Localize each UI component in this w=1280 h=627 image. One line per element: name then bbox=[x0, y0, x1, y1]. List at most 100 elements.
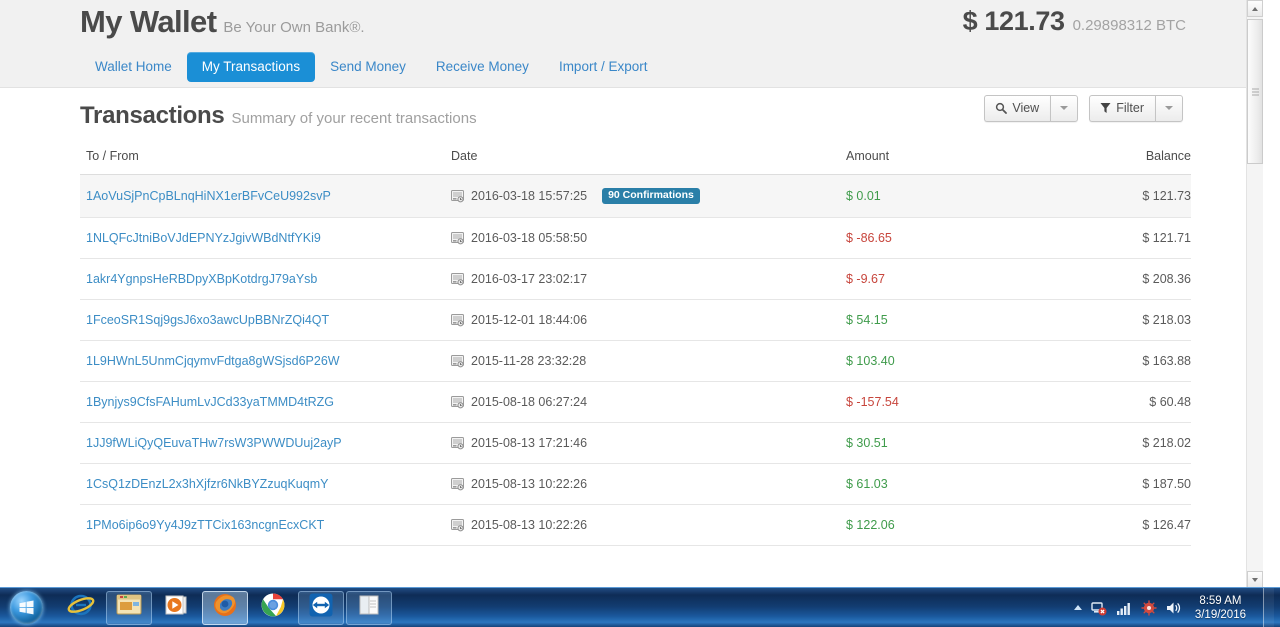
scrollbar-grip bbox=[1252, 86, 1259, 97]
transaction-date: 2015-08-13 10:22:26 bbox=[471, 518, 588, 532]
transaction-amount: $ 103.40 bbox=[846, 354, 895, 368]
cell-date: 2015-08-13 10:22:26 bbox=[451, 463, 846, 505]
transaction-address-link[interactable]: 1NLQFcJtniBoVJdEPNYzJgivWBdNtfYKi9 bbox=[86, 231, 321, 245]
scroll-down-button[interactable] bbox=[1247, 571, 1263, 588]
cell-amount: $ 30.51 bbox=[846, 422, 1091, 464]
brand-title: My Wallet bbox=[80, 4, 217, 39]
running-balance: $ 60.48 bbox=[1149, 395, 1191, 409]
view-button-group: View bbox=[984, 95, 1079, 122]
network-error-icon[interactable] bbox=[1091, 600, 1107, 616]
nav-tab-import-export[interactable]: Import / Export bbox=[544, 52, 663, 82]
volume-icon[interactable] bbox=[1166, 600, 1182, 616]
clock-time: 8:59 AM bbox=[1199, 594, 1242, 607]
page-title-main: Transactions bbox=[80, 102, 225, 129]
transaction-amount: $ 61.03 bbox=[846, 477, 888, 491]
scrollbar-thumb[interactable] bbox=[1247, 19, 1263, 164]
page-scrollbar[interactable] bbox=[1246, 0, 1263, 588]
table-row[interactable]: 1CsQ1zDEnzL2x3hXjfzr6NkBYZzuqKuqmY 2015-0… bbox=[80, 463, 1191, 505]
running-balance: $ 208.36 bbox=[1142, 272, 1191, 286]
browser-viewport: My Wallet Be Your Own Bank®. $ 121.73 0.29… bbox=[0, 0, 1263, 588]
transaction-amount: $ 0.01 bbox=[846, 189, 881, 203]
taskbar-windows-explorer[interactable] bbox=[106, 590, 152, 625]
cell-balance: $ 121.71 bbox=[1091, 217, 1191, 259]
nav-tab-send-money[interactable]: Send Money bbox=[315, 52, 421, 82]
table-row[interactable]: 1NLQFcJtniBoVJdEPNYzJgivWBdNtfYKi9 2016-0… bbox=[80, 217, 1191, 259]
scroll-up-button[interactable] bbox=[1247, 0, 1263, 17]
transaction-record-icon bbox=[451, 477, 464, 491]
transaction-address-link[interactable]: 1akr4YgnpsHeRBDpyXBpKotdrgJ79aYsb bbox=[86, 272, 317, 286]
transaction-date: 2015-11-28 23:32:28 bbox=[471, 354, 587, 368]
nav-tab-receive-money[interactable]: Receive Money bbox=[421, 52, 544, 82]
filter-button-label: Filter bbox=[1116, 101, 1144, 115]
show-hidden-icons-icon[interactable] bbox=[1073, 605, 1082, 610]
table-row[interactable]: 1akr4YgnpsHeRBDpyXBpKotdrgJ79aYsb 2016-03… bbox=[80, 258, 1191, 300]
taskbar-notepad[interactable] bbox=[346, 590, 392, 625]
transaction-address-link[interactable]: 1PMo6ip6o9Yy4J9zTTCix163ncgnEcxCKT bbox=[86, 518, 324, 532]
filter-dropdown-toggle[interactable] bbox=[1155, 95, 1183, 122]
cell-amount: $ 0.01 bbox=[846, 174, 1091, 218]
cell-date: 2015-12-01 18:44:06 bbox=[451, 299, 846, 341]
table-header: To / From Date Amount Balance bbox=[80, 140, 1191, 175]
taskbar-firefox[interactable] bbox=[202, 590, 248, 625]
cell-date: 2015-08-18 06:27:24 bbox=[451, 381, 846, 423]
cell-address: 1FceoSR1Sqj9gsJ6xo3awcUpBBNrZQi4QT bbox=[80, 299, 451, 341]
nav-tab-my-transactions[interactable]: My Transactions bbox=[186, 52, 316, 82]
cell-balance: $ 163.88 bbox=[1091, 340, 1191, 382]
cell-amount: $ -157.54 bbox=[846, 381, 1091, 423]
taskbar-teamviewer[interactable] bbox=[298, 590, 344, 625]
running-balance: $ 163.88 bbox=[1142, 354, 1191, 368]
magnifier-icon bbox=[995, 102, 1008, 114]
page-title: Transactions Summary of your recent trans… bbox=[80, 102, 477, 130]
windows-logo-icon bbox=[9, 591, 43, 624]
table-header-row: To / From Date Amount Balance bbox=[80, 140, 1191, 175]
cell-date: 2015-11-28 23:32:28 bbox=[451, 340, 846, 382]
transaction-amount: $ -9.67 bbox=[846, 272, 885, 286]
table-body: 1AoVuSjPnCpBLnqHiNX1erBFvCeU992svP 2016-0… bbox=[80, 174, 1191, 546]
cell-address: 1AoVuSjPnCpBLnqHiNX1erBFvCeU992svP bbox=[80, 174, 451, 218]
confirmations-badge: 90 Confirmations bbox=[602, 188, 700, 204]
table-row[interactable]: 1AoVuSjPnCpBLnqHiNX1erBFvCeU992svP 2016-0… bbox=[80, 174, 1191, 218]
transaction-address-link[interactable]: 1JJ9fWLiQyQEuvaTHw7rsW3PWWDUuj2ayP bbox=[86, 436, 342, 450]
column-header-date[interactable]: Date bbox=[451, 140, 846, 175]
transaction-address-link[interactable]: 1CsQ1zDEnzL2x3hXjfzr6NkBYZzuqKuqmY bbox=[86, 477, 328, 491]
table-row[interactable]: 1L9HWnL5UnmCjqymvFdtga8gWSjsd6P26W 2015-1… bbox=[80, 340, 1191, 382]
account-balance: $ 121.73 0.29898312 BTC bbox=[963, 6, 1186, 37]
table-row[interactable]: 1JJ9fWLiQyQEuvaTHw7rsW3PWWDUuj2ayP 2015-0… bbox=[80, 422, 1191, 464]
cell-address: 1JJ9fWLiQyQEuvaTHw7rsW3PWWDUuj2ayP bbox=[80, 422, 451, 464]
table-row[interactable]: 1PMo6ip6o9Yy4J9zTTCix163ncgnEcxCKT 2015-0… bbox=[80, 504, 1191, 546]
taskbar-chrome[interactable] bbox=[250, 591, 296, 625]
table-row[interactable]: 1Bynjys9CfsFAHumLvJCd33yaTMMD4tRZG 2015-0… bbox=[80, 381, 1191, 423]
taskbar-clock[interactable]: 8:59 AM 3/19/2016 bbox=[1191, 594, 1254, 622]
transaction-address-link[interactable]: 1FceoSR1Sqj9gsJ6xo3awcUpBBNrZQi4QT bbox=[86, 313, 329, 327]
view-button[interactable]: View bbox=[984, 95, 1051, 122]
cell-address: 1NLQFcJtniBoVJdEPNYzJgivWBdNtfYKi9 bbox=[80, 217, 451, 259]
taskbar-media-player[interactable] bbox=[154, 591, 200, 625]
cell-date: 2016-03-17 23:02:17 bbox=[451, 258, 846, 300]
antivirus-icon[interactable] bbox=[1141, 599, 1157, 616]
wallet-header: My Wallet Be Your Own Bank®. $ 121.73 0.29… bbox=[0, 0, 1263, 88]
column-header-amount[interactable]: Amount bbox=[846, 140, 1091, 175]
table-row[interactable]: 1FceoSR1Sqj9gsJ6xo3awcUpBBNrZQi4QT 2015-1… bbox=[80, 299, 1191, 341]
transaction-address-link[interactable]: 1L9HWnL5UnmCjqymvFdtga8gWSjsd6P26W bbox=[86, 354, 340, 368]
screen: My Wallet Be Your Own Bank®. $ 121.73 0.29… bbox=[0, 0, 1280, 627]
signal-bars-icon[interactable] bbox=[1116, 600, 1132, 616]
page-header: Transactions Summary of your recent trans… bbox=[80, 88, 1183, 140]
cell-amount: $ -9.67 bbox=[846, 258, 1091, 300]
view-dropdown-toggle[interactable] bbox=[1050, 95, 1079, 122]
transaction-address-link[interactable]: 1Bynjys9CfsFAHumLvJCd33yaTMMD4tRZG bbox=[86, 395, 334, 409]
show-desktop-button[interactable] bbox=[1263, 588, 1274, 627]
cell-date: 2016-03-18 15:57:25 90 Confirmations bbox=[451, 174, 846, 218]
brand-tagline: Be Your Own Bank®. bbox=[223, 19, 365, 36]
taskbar-internet-explorer[interactable] bbox=[58, 591, 104, 625]
transaction-date: 2016-03-17 23:02:17 bbox=[471, 272, 588, 286]
transaction-address-link[interactable]: 1AoVuSjPnCpBLnqHiNX1erBFvCeU992svP bbox=[86, 189, 331, 203]
nav-tab-wallet-home[interactable]: Wallet Home bbox=[80, 52, 187, 82]
transaction-amount: $ 122.06 bbox=[846, 518, 895, 532]
filter-button[interactable]: Filter bbox=[1089, 95, 1155, 122]
transaction-date: 2016-03-18 15:57:25 bbox=[471, 189, 588, 203]
column-header-to-from[interactable]: To / From bbox=[80, 140, 451, 175]
cell-address: 1L9HWnL5UnmCjqymvFdtga8gWSjsd6P26W bbox=[80, 340, 451, 382]
teamviewer-icon bbox=[308, 592, 334, 623]
column-header-balance[interactable]: Balance bbox=[1091, 140, 1191, 175]
start-button[interactable] bbox=[2, 590, 50, 626]
